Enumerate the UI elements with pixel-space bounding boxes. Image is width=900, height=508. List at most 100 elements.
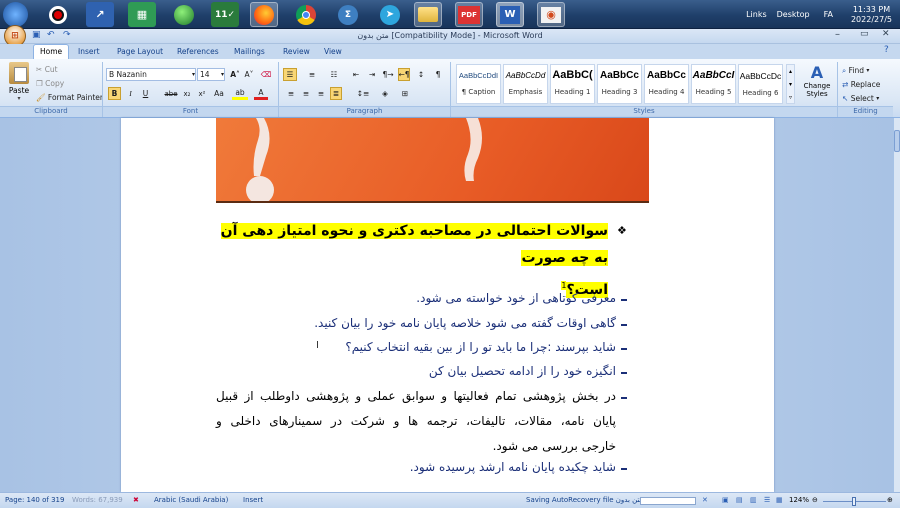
bullets-icon[interactable]: ☰ — [283, 68, 297, 81]
zoom-out-icon[interactable]: ⊖ — [812, 496, 818, 504]
word-icon[interactable]: W — [496, 2, 524, 27]
align-center-icon[interactable]: ≡ — [300, 87, 312, 100]
style-heading-3[interactable]: AaBbCc Heading 3 — [597, 64, 642, 104]
record-icon[interactable] — [44, 2, 72, 27]
minimize-icon[interactable]: – — [835, 29, 840, 40]
full-screen-icon[interactable]: ▤ — [736, 496, 743, 504]
list-item[interactable]: معرفی کوتاهی از خود خواسته می شود. — [416, 291, 616, 305]
font-name-select[interactable]: B Nazanin ▾ — [106, 68, 196, 81]
close-icon[interactable]: ✕ — [882, 29, 890, 39]
strikethrough-button[interactable]: abe — [164, 87, 178, 100]
numbering-icon[interactable]: ≡ — [305, 68, 319, 81]
chrome-icon[interactable] — [292, 2, 320, 27]
start-orb-icon[interactable] — [3, 2, 28, 27]
decrease-indent-icon[interactable]: ⇤ — [350, 68, 362, 81]
tab-home[interactable]: Home — [33, 44, 70, 59]
network-icon[interactable] — [170, 2, 198, 27]
cut-button[interactable]: ✂ Cut — [36, 63, 58, 76]
tab-view[interactable]: View — [324, 45, 342, 59]
select-button[interactable]: ↖ Select ▾ — [842, 92, 879, 105]
list-item[interactable]: شاید بپرسند :چرا ما باید تو را از بین بق… — [345, 340, 616, 354]
font-color-icon[interactable]: A — [254, 87, 268, 100]
cancel-save-icon[interactable]: ✕ — [702, 496, 708, 504]
links-toolbar[interactable]: Links — [746, 10, 767, 19]
tab-review[interactable]: Review — [283, 45, 310, 59]
increase-indent-icon[interactable]: ⇥ — [366, 68, 378, 81]
web-layout-icon[interactable]: ▥ — [750, 496, 757, 504]
tab-page-layout[interactable]: Page Layout — [117, 45, 163, 59]
firefox-icon[interactable] — [250, 2, 278, 27]
grow-font-icon[interactable]: A˄ — [229, 68, 241, 81]
insert-mode[interactable]: Insert — [243, 496, 263, 504]
superscript-icon[interactable]: x² — [196, 87, 208, 100]
shrink-font-icon[interactable]: A˅ — [243, 68, 255, 81]
list-item-line[interactable]: پایان نامه، مقالات، تالیفات، ترجمه ها و … — [216, 414, 616, 428]
paste-button[interactable]: Paste ▾ — [6, 62, 32, 104]
style-heading-6[interactable]: AaBbCcDc Heading 6 — [738, 64, 783, 104]
list-item-line[interactable]: خارجی بررسی می شود. — [493, 439, 616, 453]
style-heading-1[interactable]: AaBbC(Heading 1 — [550, 64, 595, 104]
zoom-slider-thumb[interactable] — [852, 497, 856, 506]
tab-insert[interactable]: Insert — [78, 45, 100, 59]
list-item[interactable]: انگیزه خود را از ادامه تحصیل بیان کن — [429, 364, 616, 378]
word-count[interactable]: Words: 67,939 — [72, 496, 123, 504]
subscript-icon[interactable]: x₂ — [181, 87, 193, 100]
language-status[interactable]: Arabic (Saudi Arabia) — [154, 496, 228, 504]
draft-icon[interactable]: ▦ — [776, 496, 783, 504]
folder-icon[interactable] — [414, 2, 442, 27]
change-styles-button[interactable]: A Change Styles — [799, 63, 835, 105]
style-heading-4[interactable]: AaBbCc Heading 4 — [644, 64, 689, 104]
rtl-icon[interactable]: ←¶ — [398, 68, 410, 81]
math-app-icon[interactable]: Σ — [334, 2, 362, 27]
style-emphasis[interactable]: AaBbCcDd Emphasis — [503, 64, 548, 104]
font-size-select[interactable]: 14 ▾ — [197, 68, 225, 81]
clock[interactable]: 11:33 PM 2022/27/5 — [851, 5, 892, 25]
calendar-icon[interactable]: 11✓ — [211, 2, 239, 27]
zoom-level[interactable]: 124% — [789, 496, 809, 504]
pdf-icon[interactable]: PDF — [455, 2, 483, 27]
tab-mailings[interactable]: Mailings — [234, 45, 265, 59]
multilevel-list-icon[interactable]: ☷ — [327, 68, 341, 81]
style-caption[interactable]: AaBbCcDdI ¶ Caption — [456, 64, 501, 104]
help-icon[interactable]: ? — [884, 45, 889, 55]
list-item[interactable]: گاهی اوقات گفته می شود خلاصه پایان نامه … — [314, 316, 616, 330]
desktop-toolbar[interactable]: Desktop — [777, 10, 810, 19]
highlight-icon[interactable]: ab — [232, 87, 248, 100]
zoom-in-icon[interactable]: ⊕ — [887, 496, 893, 504]
bold-button[interactable]: B — [108, 87, 121, 100]
spreadsheet-icon[interactable]: ▦ — [128, 2, 156, 27]
print-layout-icon[interactable]: ▣ — [722, 496, 729, 504]
chart-app-icon[interactable]: ↗ — [86, 2, 114, 27]
format-painter-button[interactable]: 🖌 Format Painter — [36, 91, 103, 104]
justify-icon[interactable]: ≣ — [330, 87, 342, 100]
italic-button[interactable]: I — [125, 87, 136, 100]
change-case-icon[interactable]: Aa — [212, 87, 226, 100]
vertical-scrollbar[interactable] — [893, 118, 900, 492]
list-item[interactable]: شاید چکیده پایان نامه ارشد پرسیده شود. — [410, 460, 616, 474]
language-indicator[interactable]: FA — [824, 10, 833, 19]
sort-icon[interactable]: ↕ — [415, 68, 427, 81]
copy-button[interactable]: ❐ Copy — [36, 77, 64, 90]
tab-references[interactable]: References — [177, 45, 219, 59]
replace-button[interactable]: ⇄ Replace — [842, 78, 880, 91]
find-button[interactable]: ⌕ Find ▾ — [842, 64, 869, 77]
image-app-icon[interactable]: ◉ — [537, 2, 565, 27]
outline-icon[interactable]: ☰ — [764, 496, 770, 504]
clear-format-icon[interactable]: ⌫ — [259, 68, 273, 81]
show-marks-icon[interactable]: ¶ — [432, 68, 444, 81]
align-left-icon[interactable]: ≡ — [285, 87, 297, 100]
line-spacing-icon[interactable]: ↕≡ — [356, 87, 370, 100]
proofing-icon[interactable]: ✖ — [133, 496, 139, 504]
underline-button[interactable]: U — [140, 87, 151, 100]
styles-scroll[interactable]: ▴ ▾ ▿ — [786, 64, 795, 104]
scrollbar-thumb[interactable] — [894, 130, 900, 152]
borders-icon[interactable]: ⊞ — [398, 87, 412, 100]
page-count[interactable]: Page: 140 of 319 — [5, 496, 64, 504]
telegram-icon[interactable]: ➤ — [376, 2, 404, 27]
style-heading-5[interactable]: AaBbCcI Heading 5 — [691, 64, 736, 104]
ltr-icon[interactable]: ¶→ — [382, 68, 394, 81]
shading-icon[interactable]: ◈ — [378, 87, 392, 100]
align-right-icon[interactable]: ≡ — [315, 87, 327, 100]
list-item-line[interactable]: در بخش پژوهشی تمام فعالیتها و سوابق عملی… — [216, 389, 616, 403]
maximize-icon[interactable]: ▭ — [860, 29, 869, 39]
